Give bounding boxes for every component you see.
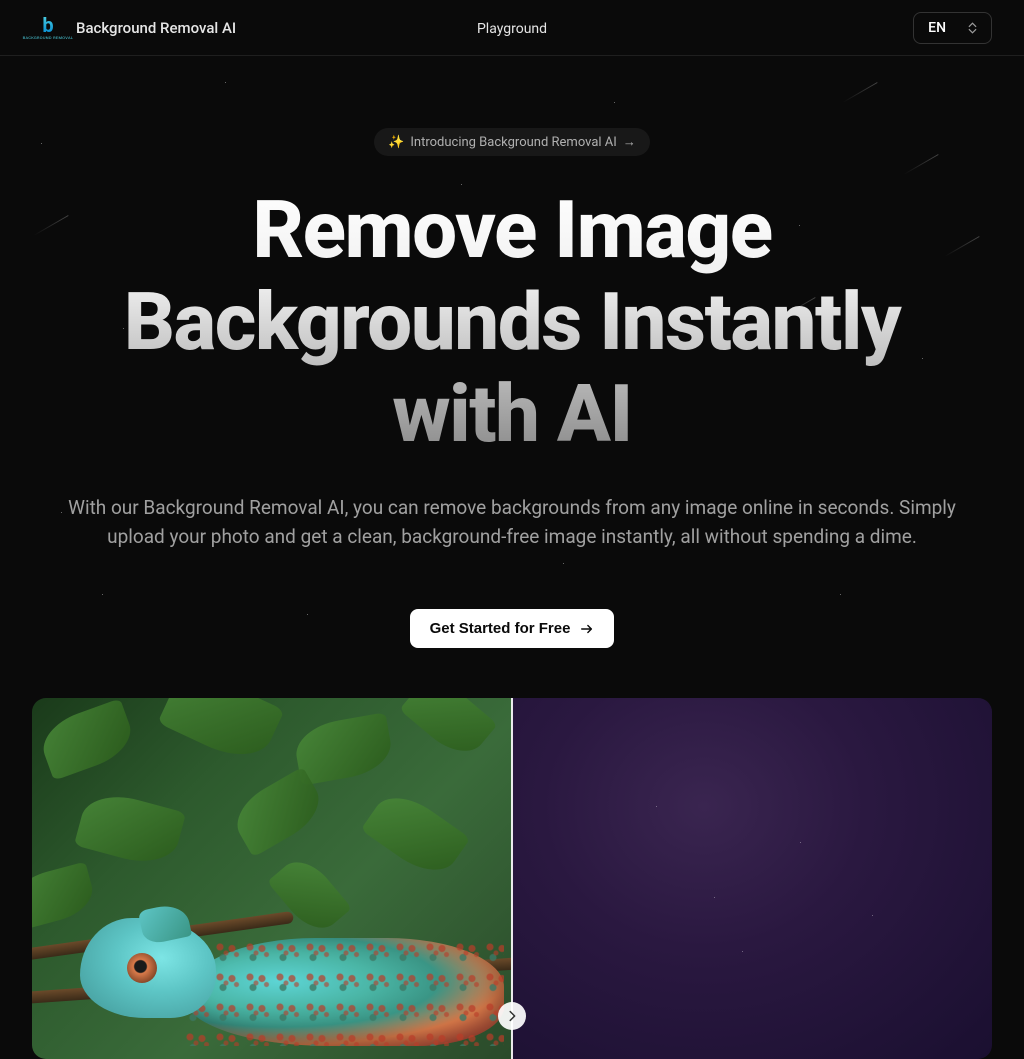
main: ✨ Introducing Background Removal AI → Re… <box>0 56 1024 1059</box>
comparison-before <box>32 698 512 1059</box>
cta-label: Get Started for Free <box>430 620 571 637</box>
get-started-button[interactable]: Get Started for Free <box>410 609 615 648</box>
header: b BACKGROUND REMOVAL Background Removal … <box>0 0 1024 56</box>
nav-playground[interactable]: Playground <box>477 21 547 37</box>
chameleon-image <box>70 904 512 1059</box>
brand-name: Background Removal AI <box>76 19 236 37</box>
comparison-preview <box>32 698 992 1059</box>
arrow-right-icon: → <box>623 134 636 150</box>
logo-icon: b BACKGROUND REMOVAL <box>32 12 64 44</box>
hero-title: Remove Image Backgrounds Instantly with … <box>87 184 937 460</box>
chevron-right-icon <box>505 1009 519 1023</box>
chevron-up-down-icon <box>968 22 977 34</box>
language-select[interactable]: EN <box>913 12 992 44</box>
comparison-slider-handle[interactable] <box>498 1002 526 1030</box>
language-value: EN <box>928 20 946 36</box>
announcement-badge[interactable]: ✨ Introducing Background Removal AI → <box>374 128 650 156</box>
comparison-after <box>512 698 992 1059</box>
badge-text: Introducing Background Removal AI <box>410 135 616 150</box>
nav-center: Playground <box>477 18 547 37</box>
arrow-right-icon <box>580 622 594 636</box>
brand[interactable]: b BACKGROUND REMOVAL Background Removal … <box>32 12 236 44</box>
sparkle-icon: ✨ <box>388 135 404 150</box>
hero-subtitle: With our Background Removal AI, you can … <box>42 494 982 551</box>
